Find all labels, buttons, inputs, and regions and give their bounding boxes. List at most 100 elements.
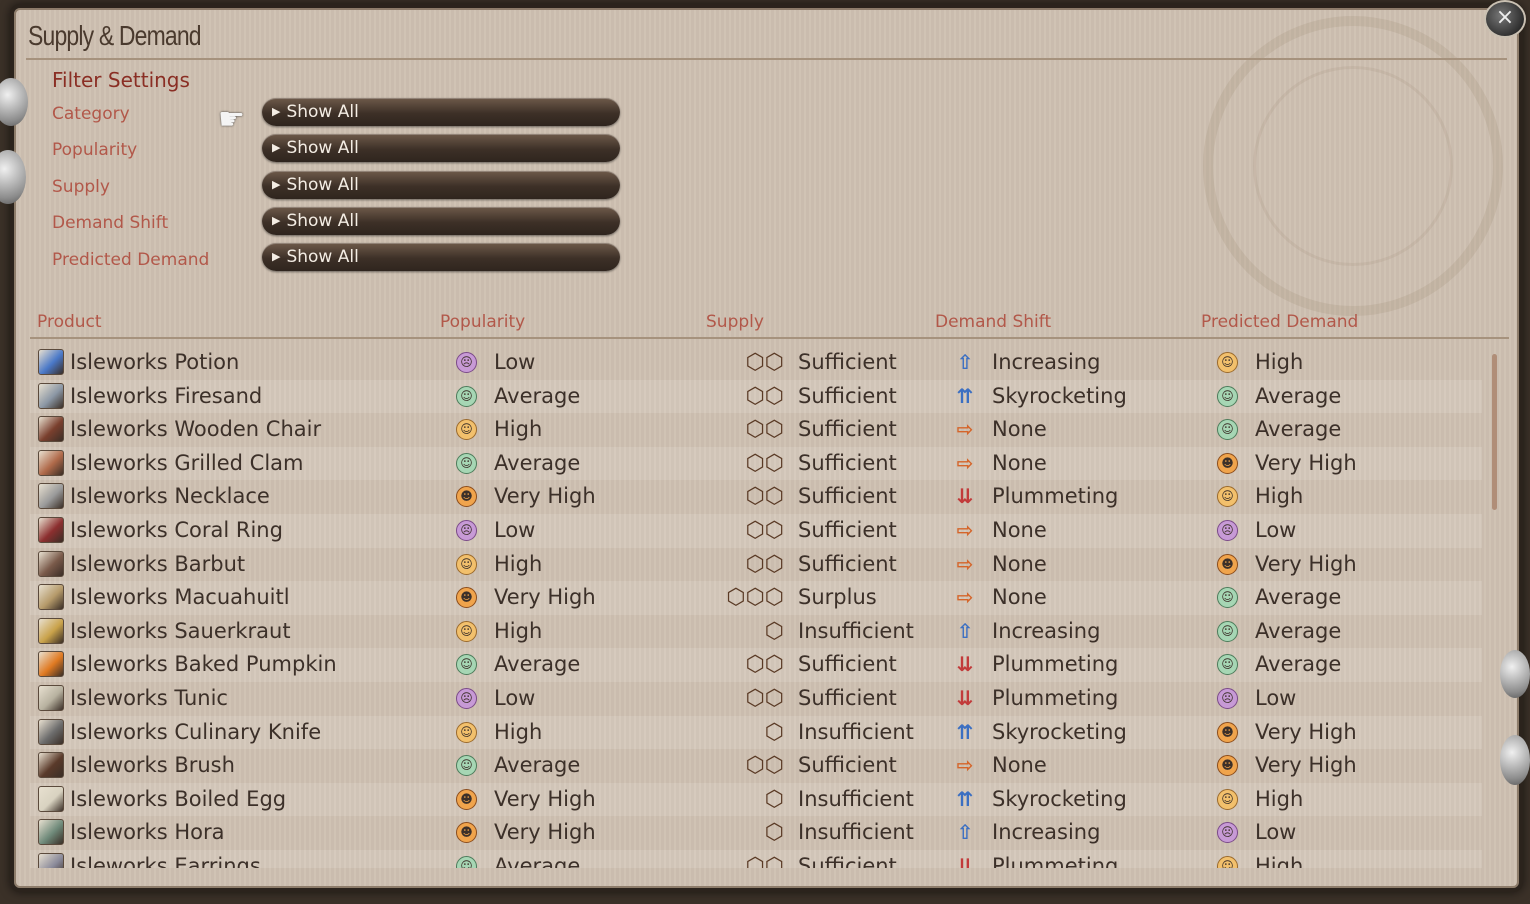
predicted-demand-face-icon: ☹ — [1217, 520, 1238, 541]
product-list[interactable]: Isleworks Potion ☹ Low ⬡⬡ Sufficient ⇧ Increas… — [30, 346, 1490, 868]
demand-shift-value: None — [992, 753, 1047, 778]
predicted-demand-value: Low — [1255, 686, 1297, 710]
table-row[interactable]: Isleworks Potion ☹ Low ⬡⬡ Sufficient ⇧ Increas… — [30, 346, 1482, 380]
table-row[interactable]: Isleworks Hora ☻ Very High ⬡ Insufficient ⇧ In… — [30, 816, 1482, 850]
demand-shift-arrow-icon: ⇧ — [956, 820, 974, 845]
product-name: Isleworks Culinary Knife — [70, 719, 322, 744]
table-row[interactable]: Isleworks Firesand ☺ Average ⬡⬡ Sufficient ⇈ S… — [30, 379, 1482, 414]
supply-filter-dropdown[interactable]: ▶ Show All — [262, 171, 620, 199]
predicted-demand-face-icon: ☻ — [1217, 755, 1238, 777]
supply-value: Sufficient — [798, 551, 897, 576]
list-scrollbar[interactable] — [1492, 354, 1497, 510]
popularity-value: Very High — [494, 786, 596, 811]
hora-icon — [38, 819, 64, 846]
predicted-demand-face-icon: ☺ — [1217, 620, 1238, 642]
popularity-face-icon: ☺ — [456, 721, 477, 743]
demand-shift-value: None — [992, 551, 1047, 576]
supply-value: Sufficient — [798, 652, 897, 677]
popularity-filter-dropdown[interactable]: ▶ Show All — [262, 134, 620, 162]
helmet-icon — [38, 550, 64, 577]
table-row[interactable]: Isleworks Sauerkraut ☺ High ⬡ Insufficient ⇧ I… — [30, 615, 1482, 649]
table-row[interactable]: Isleworks Wooden Chair ☺ High ⬡⬡ Sufficient ⇨… — [30, 413, 1482, 447]
predicted-demand-value: Very High — [1255, 551, 1357, 576]
popularity-value: Average — [494, 383, 581, 408]
header-divider — [30, 337, 1509, 339]
predicted-demand-face-icon: ☹ — [1217, 688, 1238, 709]
demand-shift-value: None — [992, 450, 1047, 475]
popularity-face-icon: ☺ — [456, 553, 477, 575]
popularity-face-icon: ☺ — [456, 654, 477, 676]
demand-shift-arrow-icon: ⇧ — [956, 618, 974, 643]
demand-shift-arrow-icon: ⇈ — [956, 719, 974, 744]
predicted-demand-value: Average — [1255, 417, 1342, 442]
demand-shift-value: Increasing — [992, 820, 1101, 845]
firesand-icon — [38, 382, 64, 409]
demand-shift-value: None — [992, 518, 1047, 542]
table-row[interactable]: Isleworks Earrings ☺ Average ⬡⬡ Sufficient ⇊ P… — [30, 850, 1482, 868]
product-name: Isleworks Grilled Clam — [70, 450, 304, 475]
predicted-demand-value: High — [1255, 484, 1304, 509]
predicted-demand-face-icon: ☻ — [1217, 452, 1238, 474]
product-name: Isleworks Coral Ring — [70, 518, 283, 542]
table-row[interactable]: Isleworks Boiled Egg ☻ Very High ⬡ Insuffici… — [30, 782, 1482, 817]
dropdown-arrow-icon: ▶ — [272, 214, 281, 227]
table-row[interactable]: Isleworks Coral Ring ☹ Low ⬡⬡ Sufficient ⇨ Non… — [30, 514, 1482, 548]
predicted-demand-filter-dropdown[interactable]: ▶ Show All — [262, 243, 620, 271]
table-row[interactable]: Isleworks Grilled Clam ☺ Average ⬡⬡ Sufficie… — [30, 446, 1482, 481]
supply-crate-icon: ⬡⬡ — [745, 753, 784, 779]
predicted-demand-face-icon: ☺ — [1217, 486, 1238, 508]
chair-icon — [38, 416, 64, 443]
demand-shift-arrow-icon: ⇧ — [956, 350, 974, 374]
product-name: Isleworks Sauerkraut — [70, 618, 291, 643]
table-row[interactable]: Isleworks Baked Pumpkin ☺ Average ⬡⬡ Suffici… — [30, 648, 1482, 682]
demand-shift-arrow-icon: ⇊ — [956, 686, 974, 710]
table-row[interactable]: Isleworks Culinary Knife ☺ High ⬡ Insufficie… — [30, 715, 1482, 750]
supply-crate-icon: ⬡⬡ — [745, 518, 784, 543]
supply-value: Insufficient — [798, 820, 914, 845]
demand-shift-arrow-icon: ⇊ — [956, 854, 974, 868]
predicted-demand-value: Low — [1255, 820, 1297, 845]
column-header-supply[interactable]: Supply — [706, 312, 764, 332]
popularity-face-icon: ☻ — [456, 822, 477, 844]
table-row[interactable]: Isleworks Brush ☺ Average ⬡⬡ Sufficient ⇨ None… — [30, 749, 1482, 783]
table-row[interactable]: Isleworks Tunic ☹ Low ⬡⬡ Sufficient ⇊ Plummeti… — [30, 682, 1482, 716]
supply-value: Surplus — [798, 585, 877, 610]
column-header-predicted-demand[interactable]: Predicted Demand — [1201, 312, 1358, 332]
predicted-demand-value: Average — [1255, 652, 1342, 677]
table-row[interactable]: Isleworks Barbut ☺ High ⬡⬡ Sufficient ⇨ None ☻ V… — [30, 548, 1482, 582]
column-header-popularity[interactable]: Popularity — [440, 312, 525, 332]
product-name: Isleworks Tunic — [70, 686, 228, 710]
column-header-product[interactable]: Product — [37, 312, 102, 332]
supply-value: Sufficient — [798, 417, 897, 442]
popularity-value: Average — [494, 854, 581, 868]
table-row[interactable]: Isleworks Macuahuitl ☻ Very High ⬡⬡⬡ Surplus… — [30, 581, 1482, 615]
demand-shift-arrow-icon: ⇨ — [956, 417, 974, 442]
predicted-demand-face-icon: ☺ — [1217, 654, 1238, 676]
category-filter-dropdown[interactable]: ▶ Show All — [262, 98, 620, 126]
supply-crate-icon: ⬡ — [764, 820, 784, 846]
predicted-demand-value: Very High — [1255, 450, 1357, 475]
product-name: Isleworks Boiled Egg — [70, 786, 287, 811]
predicted-demand-face-icon: ☺ — [1217, 856, 1238, 868]
product-name: Isleworks Brush — [70, 753, 235, 778]
necklace-icon — [38, 483, 64, 510]
predicted-demand-value: Very High — [1255, 753, 1357, 778]
filter-label-category: Category — [52, 104, 130, 124]
popularity-value: Very High — [494, 585, 596, 610]
product-name: Isleworks Earrings — [70, 854, 261, 868]
close-icon[interactable]: × — [1484, 0, 1526, 38]
table-row[interactable]: Isleworks Necklace ☻ Very High ⬡⬡ Sufficient… — [30, 480, 1482, 514]
dropdown-arrow-icon: ▶ — [272, 178, 281, 191]
supply-value: Sufficient — [798, 350, 897, 374]
predicted-demand-face-icon: ☹ — [1217, 822, 1238, 844]
demand-shift-arrow-icon: ⇨ — [956, 518, 974, 542]
demand-shift-value: Skyrocketing — [992, 719, 1127, 744]
filter-label-popularity: Popularity — [52, 140, 138, 160]
shell-ornament-icon — [1500, 735, 1530, 785]
popularity-face-icon: ☻ — [456, 788, 477, 810]
demand-shift-filter-dropdown[interactable]: ▶ Show All — [262, 207, 620, 235]
demand-shift-arrow-icon: ⇊ — [956, 484, 974, 509]
supply-value: Sufficient — [798, 518, 897, 542]
column-header-demand-shift[interactable]: Demand Shift — [935, 312, 1051, 332]
demand-shift-value: Skyrocketing — [992, 383, 1127, 408]
